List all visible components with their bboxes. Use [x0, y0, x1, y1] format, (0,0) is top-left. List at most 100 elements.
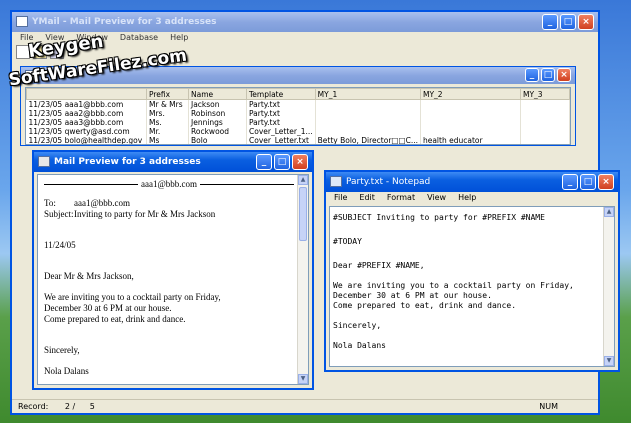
main-title-bar[interactable]: YMail - Mail Preview for 3 addresses _ □… — [12, 12, 598, 32]
preview-close-button[interactable]: × — [292, 154, 308, 170]
ymail-app-icon — [16, 16, 28, 27]
cell-email[interactable]: 11/23/05 qwerty@asd.com — [26, 127, 147, 136]
maximize-button[interactable]: □ — [560, 14, 576, 30]
notepad-line: Dear #PREFIX #NAME, — [333, 261, 425, 270]
cell-my1[interactable] — [315, 118, 421, 127]
col-header-template[interactable]: Template — [246, 88, 316, 100]
cell-template[interactable]: Party.txt — [246, 109, 316, 118]
table-row[interactable]: 11/23/05 aaa1@bbb.com Mr & Mrs Jackson P… — [26, 99, 570, 109]
notepad-line: Sincerely, — [333, 321, 382, 330]
letter-body-line: We are inviting you to a cocktail party … — [44, 292, 221, 302]
col-header-my3[interactable]: MY_3 — [519, 88, 570, 100]
rule-right — [200, 184, 294, 185]
notepad-maximize-button[interactable]: □ — [580, 174, 596, 190]
col-header-prefix[interactable]: Prefix — [146, 88, 189, 100]
db-close-button[interactable]: × — [557, 68, 571, 82]
address-grid: Prefix Name Template MY_1 MY_2 MY_3 11/2… — [25, 87, 571, 145]
minimize-button[interactable]: _ — [542, 14, 558, 30]
cell-my1[interactable]: Betty Bolo, Director□□C... — [315, 136, 421, 144]
table-row[interactable]: 11/23/05 bolo@healthdep.gov Ms Bolo Cove… — [26, 136, 570, 144]
notepad-scroll-down-arrow[interactable]: ▼ — [604, 356, 614, 366]
letter-body-line: Come prepared to eat, drink and dance. — [44, 314, 186, 324]
cell-name[interactable]: Rockwood — [188, 127, 247, 136]
col-header-name[interactable]: Name — [188, 88, 247, 100]
cell-template[interactable]: Party.txt — [246, 118, 316, 127]
cell-prefix[interactable]: Ms — [146, 136, 189, 144]
cell-name[interactable]: Jackson — [188, 99, 247, 109]
col-header-my2[interactable]: MY_2 — [419, 88, 521, 100]
notepad-menu-edit[interactable]: Edit — [357, 192, 377, 204]
cell-name[interactable]: Robinson — [188, 109, 247, 118]
menu-help[interactable]: Help — [168, 32, 190, 44]
db-minimize-button[interactable]: _ — [525, 68, 539, 82]
cell-prefix[interactable]: Ms. — [146, 118, 189, 127]
preview-maximize-button[interactable]: □ — [274, 154, 290, 170]
cell-email[interactable]: 11/23/05 aaa2@bbb.com — [26, 109, 147, 118]
cell-email[interactable]: 11/23/05 aaa3@bbb.com — [26, 118, 147, 127]
pin-icon — [38, 156, 50, 167]
cell-template[interactable]: Party.txt — [246, 99, 316, 109]
notepad-title-bar[interactable]: Party.txt - Notepad _ □ × — [326, 172, 618, 192]
cell-my1[interactable] — [315, 99, 421, 109]
to-label: To: — [44, 198, 56, 208]
cell-my2[interactable] — [420, 127, 521, 136]
scroll-thumb[interactable] — [299, 187, 307, 241]
subject-value: Inviting to party for Mr & Mrs Jackson — [74, 209, 216, 219]
cell-email[interactable]: 11/23/05 aaa1@bbb.com — [26, 99, 147, 109]
cell-my3[interactable] — [520, 127, 570, 136]
scroll-up-arrow[interactable]: ▲ — [298, 175, 308, 185]
cell-my3[interactable] — [520, 118, 570, 127]
notepad-close-button[interactable]: × — [598, 174, 614, 190]
notepad-minimize-button[interactable]: _ — [562, 174, 578, 190]
notepad-menu-help[interactable]: Help — [456, 192, 478, 204]
cell-email[interactable]: 11/23/05 bolo@healthdep.gov — [26, 136, 147, 144]
cell-my1[interactable] — [315, 109, 421, 118]
cell-name[interactable]: Bolo — [188, 136, 247, 144]
notepad-line: December 30 at 6 PM at our house. — [333, 291, 492, 300]
cell-template[interactable]: Cover_Letter.txt — [246, 136, 316, 144]
record-total: 5 — [89, 402, 95, 411]
mail-preview-window: Mail Preview for 3 addresses _ □ × ▲ ▼ a… — [32, 150, 314, 390]
cell-prefix[interactable]: Mr & Mrs — [146, 99, 189, 109]
cell-template[interactable]: Cover_Letter_1... — [246, 127, 316, 136]
notepad-window: Party.txt - Notepad _ □ × File Edit Form… — [324, 170, 620, 372]
close-button[interactable]: × — [578, 14, 594, 30]
cell-my2[interactable] — [420, 109, 521, 118]
record-label: Record: — [18, 402, 49, 411]
cell-prefix[interactable]: Mr. — [146, 127, 189, 136]
cell-my3[interactable] — [520, 136, 570, 144]
notepad-text-area[interactable]: ▲ ▼ #SUBJECT Inviting to party for #PREF… — [329, 206, 615, 367]
col-header-my1[interactable]: MY_1 — [314, 88, 421, 100]
notepad-menu-format[interactable]: Format — [385, 192, 417, 204]
notepad-menu-view[interactable]: View — [425, 192, 448, 204]
notepad-scroll-up-arrow[interactable]: ▲ — [604, 207, 614, 217]
cell-my2[interactable]: health educator — [420, 136, 521, 144]
table-row[interactable]: 11/23/05 aaa3@bbb.com Ms. Jennings Party… — [26, 118, 570, 127]
cell-my3[interactable] — [520, 99, 570, 109]
cell-my3[interactable] — [520, 109, 570, 118]
table-row[interactable]: 11/23/05 qwerty@asd.com Mr. Rockwood Cov… — [26, 127, 570, 136]
main-window-title: YMail - Mail Preview for 3 addresses — [32, 17, 217, 27]
notepad-scrollbar[interactable]: ▲ ▼ — [603, 207, 614, 366]
preview-minimize-button[interactable]: _ — [256, 154, 272, 170]
to-value: aaa1@bbb.com — [74, 198, 131, 208]
col-header-email[interactable] — [26, 88, 147, 100]
table-row[interactable]: 11/23/05 aaa2@bbb.com Mrs. Robinson Part… — [26, 109, 570, 118]
cell-name[interactable]: Jennings — [188, 118, 247, 127]
menu-database[interactable]: Database — [118, 32, 160, 44]
notepad-line: Come prepared to eat, drink and dance. — [333, 301, 517, 310]
letter-date: 11/24/05 — [44, 240, 76, 250]
preview-title-bar[interactable]: Mail Preview for 3 addresses _ □ × — [34, 152, 312, 172]
preview-content[interactable]: ▲ ▼ aaa1@bbb.com To: aaa1@bbb.com Subject… — [37, 174, 309, 385]
cell-my2[interactable] — [420, 118, 521, 127]
letter-greeting: Dear Mr & Mrs Jackson, — [44, 271, 134, 281]
preview-window-title: Mail Preview for 3 addresses — [54, 157, 201, 167]
preview-scrollbar[interactable]: ▲ ▼ — [297, 175, 308, 384]
notepad-menu-file[interactable]: File — [332, 192, 349, 204]
cell-my2[interactable] — [420, 99, 521, 109]
db-maximize-button[interactable]: □ — [541, 68, 555, 82]
cell-prefix[interactable]: Mrs. — [146, 109, 189, 118]
scroll-down-arrow[interactable]: ▼ — [298, 374, 308, 384]
cell-my1[interactable] — [315, 127, 421, 136]
preview-header-line: aaa1@bbb.com — [44, 179, 294, 190]
